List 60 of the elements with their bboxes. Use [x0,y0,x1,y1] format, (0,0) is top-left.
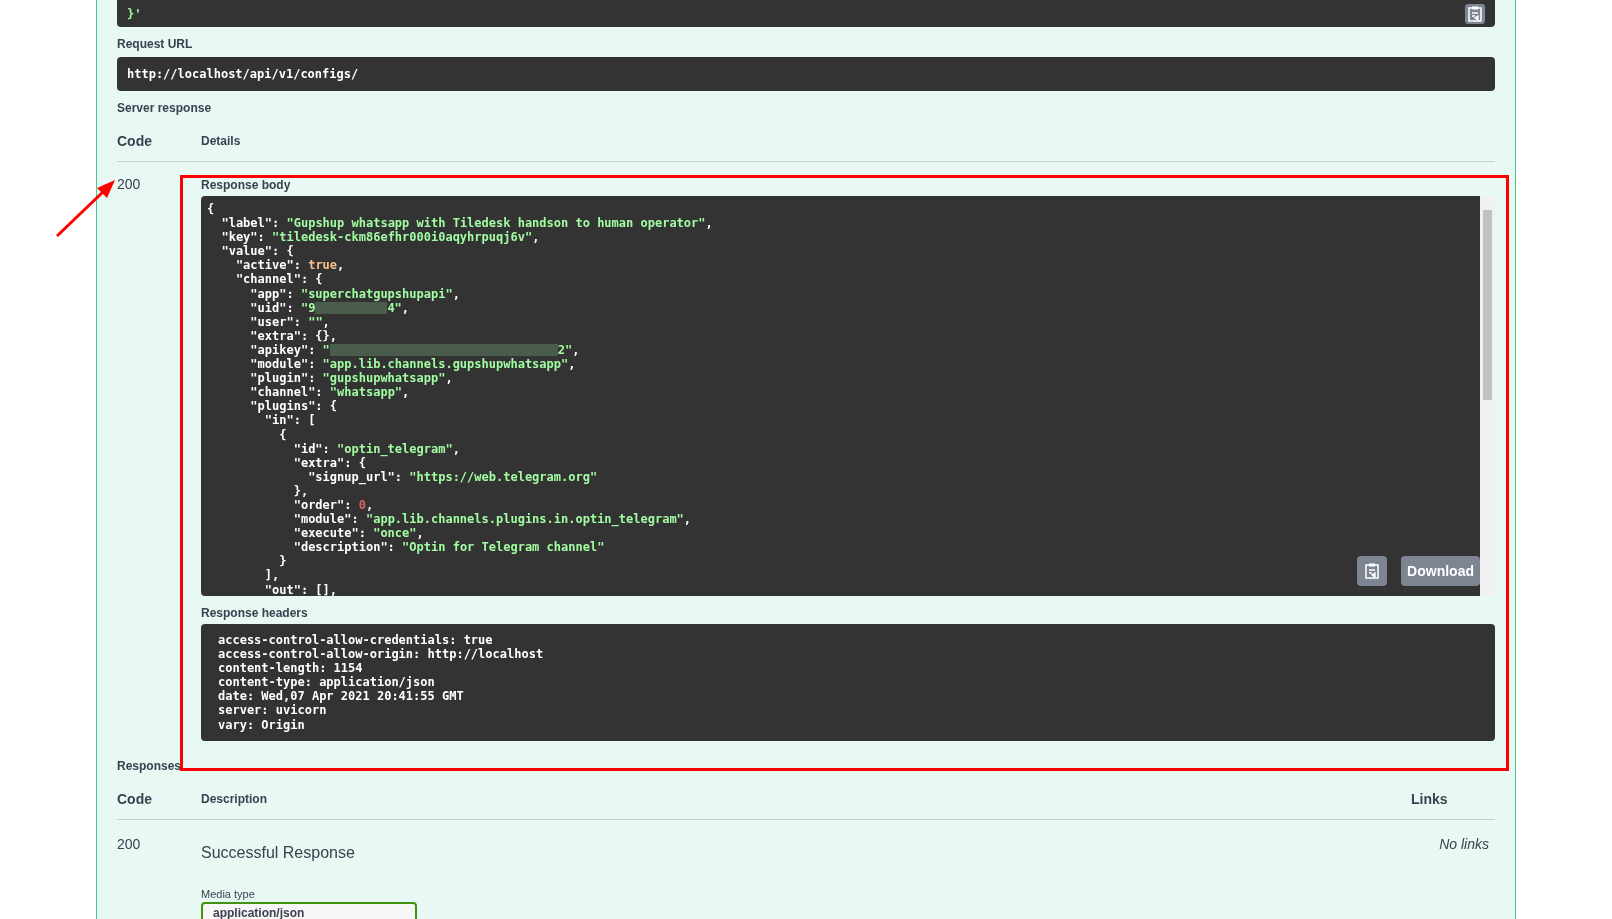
code-line: }, [292,483,309,498]
code-line: "user": "", [249,314,330,329]
status-code: 200 [117,175,142,194]
code-line: ], [263,568,280,583]
column-header: Code [117,790,153,807]
code-line: "extra": { [292,455,366,470]
code-line: date: Wed,07 Apr 2021 20:41:55 GMT [218,689,464,704]
code-line: "uid": "9 4", [249,300,410,315]
status-code: 200 [117,834,142,854]
code-line: "label": "Gupshup whatsapp with Tiledesk handson to human operator", [220,216,713,231]
copy-button[interactable] [1465,3,1485,24]
code-line: access-control-allow-credentials: true [218,633,493,648]
section-label: Server response [117,101,213,115]
code-line: "module": "app.lib.channels.plugins.in.optin_telegram", [292,512,692,527]
section-label: Request URL [117,37,194,51]
section-label: Response body [201,178,292,192]
links-text: No links [1439,834,1490,854]
column-header: Code [117,133,153,149]
code-line: "active": true, [234,258,345,273]
code-line: "channel": "whatsapp", [249,385,410,400]
code-line: server: uvicorn [218,703,327,718]
code-line: content-length: 1154 [218,661,363,676]
request-url-field: http://localhost/api/v1/configs/ [117,57,1495,91]
code-line: "order": 0, [292,497,374,513]
code-line: "signup_url": "https://web.telegram.org" [307,469,598,484]
annotation-arrow [55,178,117,238]
download-button[interactable]: Download [1401,556,1480,586]
code-line: content-type: application/json [218,675,435,690]
clipboard-icon [1365,563,1380,579]
code-line: "out": [], [263,582,338,596]
code-line: } [278,554,287,569]
code-line: "plugin": "gupshupwhatsapp", [249,371,453,386]
copy-button[interactable] [1357,556,1388,586]
column-header: Links [1411,790,1449,807]
code-line: "description": "Optin for Telegram channel" [292,540,605,555]
code-line: { [207,202,215,217]
code-line: "in": [ [263,413,316,428]
code-line: "channel": { [234,272,323,287]
code-line: vary: Origin [218,717,305,732]
code-line: "module": "app.lib.channels.gupshupwhatsapp", [249,357,576,372]
field-label: Media type [201,887,256,900]
code-line: "plugins": { [249,399,338,414]
section-label: Responses [117,758,183,773]
code-line: "app": "superchatgupshupapi", [249,286,460,301]
column-header: Details [201,134,241,148]
code-line: "id": "optin_telegram", [292,441,460,456]
media-type-select[interactable]: application/json [201,901,417,919]
scrollbar[interactable] [1480,196,1495,596]
code-line: "key": "tiledesk-ckm86efhr000i0aqyhrpuqj6v", [220,230,540,245]
response-description: Successful Response [201,843,356,862]
code-line: "extra": {}, [249,328,338,343]
code-line: "value": { [220,244,294,259]
section-label: Response headers [201,606,309,620]
code-text: }' [127,6,142,21]
code-line: "execute": "once", [292,526,424,541]
column-header: Description [201,791,268,806]
code-line: "apikey": " 2", [249,342,580,358]
clipboard-icon [1468,5,1482,22]
code-line: { [278,427,287,442]
code-line: access-control-allow-origin: http://localhost [218,647,544,662]
